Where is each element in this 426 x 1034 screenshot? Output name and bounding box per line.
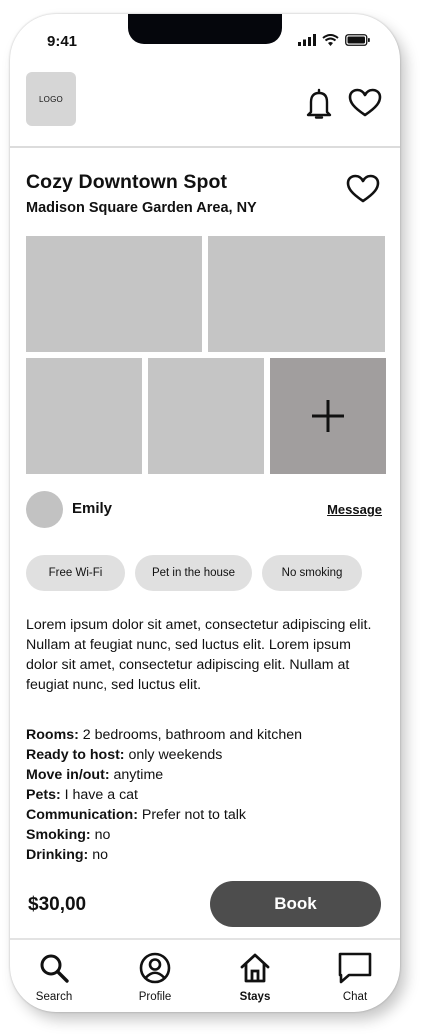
- status-time: 9:41: [47, 33, 78, 50]
- tab-chat[interactable]: Chat: [320, 952, 390, 1003]
- search-icon: [40, 954, 69, 983]
- home-icon: [240, 953, 270, 983]
- amenity-chip-wifi: Free Wi-Fi: [26, 555, 125, 591]
- detail-value: Prefer not to talk: [137, 807, 246, 823]
- amenity-chip-pet: Pet in the house: [135, 555, 252, 591]
- tab-label: Profile: [138, 991, 172, 1003]
- tab-label: Search: [35, 991, 73, 1003]
- detail-label: Pets:: [26, 787, 61, 803]
- bell-icon[interactable]: [306, 88, 332, 120]
- host-name: Emily: [72, 500, 113, 517]
- book-button[interactable]: Book: [210, 881, 381, 927]
- battery-icon: [345, 34, 370, 46]
- listing-photo[interactable]: [148, 358, 264, 474]
- bottom-tab-bar: Search Profile Stays Chat: [10, 938, 400, 1012]
- tab-stays[interactable]: Stays: [220, 952, 290, 1003]
- wifi-icon: [322, 34, 339, 46]
- device-notch: [128, 14, 282, 44]
- more-photos-button[interactable]: [270, 358, 386, 474]
- listing-title: Cozy Downtown Spot: [26, 171, 228, 193]
- listing-details: Rooms: 2 bedrooms, bathroom and kitchen …: [26, 725, 386, 865]
- listing-description: Lorem ipsum dolor sit amet, consectetur …: [26, 617, 372, 693]
- tab-profile[interactable]: Profile: [120, 952, 190, 1003]
- price: $30,00: [28, 894, 87, 915]
- detail-value: anytime: [109, 767, 164, 783]
- detail-row: Drinking: no: [26, 845, 386, 865]
- chat-icon: [338, 952, 372, 984]
- detail-row: Pets: I have a cat: [26, 785, 386, 805]
- listing-location: Madison Square Garden Area, NY: [26, 200, 257, 216]
- detail-label: Move in/out:: [26, 767, 110, 783]
- status-icons: [298, 34, 370, 46]
- detail-value: no: [90, 827, 111, 843]
- tab-label: Stays: [239, 991, 271, 1003]
- amenity-chip-no-smoking: No smoking: [262, 555, 362, 591]
- detail-label: Drinking:: [26, 847, 89, 863]
- detail-row: Ready to host: only weekends: [26, 745, 386, 765]
- logo[interactable]: LOGO: [26, 72, 76, 126]
- detail-label: Communication:: [26, 807, 138, 823]
- detail-value: only weekends: [124, 747, 223, 763]
- profile-icon: [139, 952, 171, 984]
- detail-row: Rooms: 2 bedrooms, bathroom and kitchen: [26, 725, 386, 745]
- host-avatar[interactable]: [26, 491, 63, 528]
- listing-photo[interactable]: [208, 236, 385, 352]
- phone-frame: 9:41 LOGO Cozy Downtown Spot Madison Squ…: [10, 14, 400, 1012]
- listing-photo[interactable]: [26, 358, 142, 474]
- favorites-heart-icon[interactable]: [348, 88, 382, 118]
- detail-value: I have a cat: [60, 787, 138, 803]
- detail-value: 2 bedrooms, bathroom and kitchen: [78, 727, 303, 743]
- detail-label: Ready to host:: [26, 747, 125, 763]
- plus-icon: [312, 400, 344, 432]
- tab-search[interactable]: Search: [19, 952, 89, 1003]
- app-header: LOGO: [10, 58, 400, 148]
- message-link[interactable]: Message: [327, 502, 382, 517]
- detail-row: Move in/out: anytime: [26, 765, 386, 785]
- listing-photo[interactable]: [26, 236, 202, 352]
- detail-row: Smoking: no: [26, 825, 386, 845]
- detail-label: Rooms:: [26, 727, 79, 743]
- tab-label: Chat: [342, 991, 368, 1003]
- save-listing-heart-icon[interactable]: [346, 174, 380, 204]
- detail-value: no: [88, 847, 108, 863]
- detail-label: Smoking:: [26, 827, 91, 843]
- signal-icon: [298, 34, 316, 46]
- detail-row: Communication: Prefer not to talk: [26, 805, 386, 825]
